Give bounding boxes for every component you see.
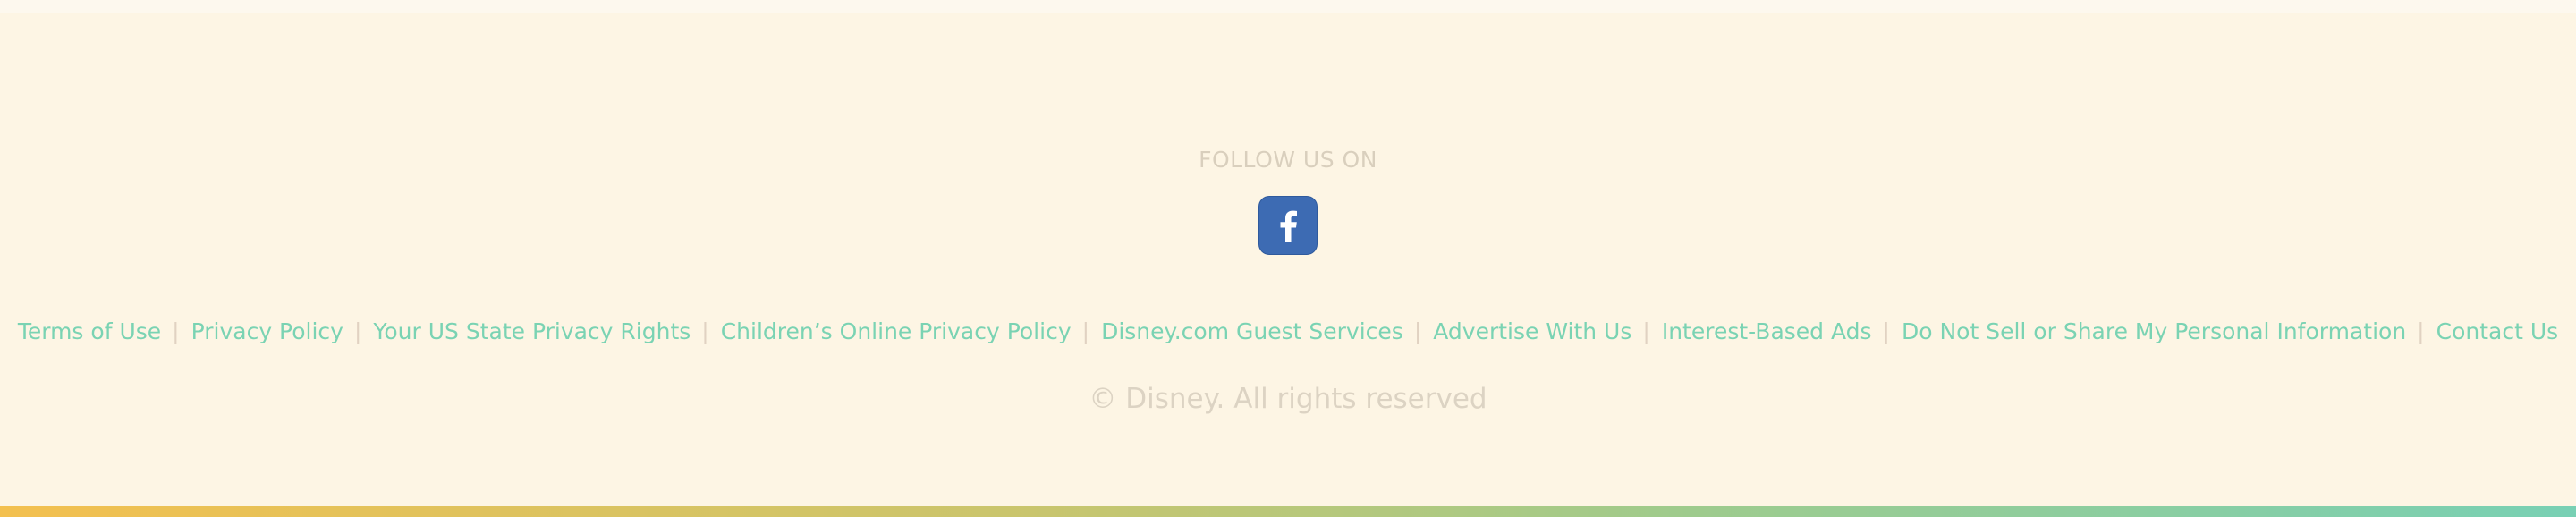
guest-services-link[interactable]: Disney.com Guest Services [1101, 318, 1403, 344]
interest-based-ads-link[interactable]: Interest-Based Ads [1662, 318, 1872, 344]
privacy-policy-link[interactable]: Privacy Policy [191, 318, 343, 344]
facebook-link[interactable] [1258, 196, 1318, 255]
link-separator: | [353, 318, 362, 344]
link-separator: | [1413, 318, 1422, 344]
do-not-sell-link[interactable]: Do Not Sell or Share My Personal Informa… [1902, 318, 2406, 344]
link-separator: | [1081, 318, 1090, 344]
copyright-text: © Disney. All rights reserved [1089, 383, 1487, 415]
site-footer: FOLLOW US ON Terms of Use | Privacy Poli… [0, 13, 2576, 506]
childrens-privacy-policy-link[interactable]: Children’s Online Privacy Policy [721, 318, 1072, 344]
link-separator: | [172, 318, 180, 344]
follow-us-label: FOLLOW US ON [1199, 147, 1377, 173]
link-separator: | [1642, 318, 1650, 344]
link-separator: | [2417, 318, 2425, 344]
us-state-privacy-rights-link[interactable]: Your US State Privacy Rights [373, 318, 691, 344]
contact-us-link[interactable]: Contact Us [2436, 318, 2559, 344]
facebook-icon [1280, 210, 1297, 242]
gradient-bar [0, 506, 2576, 517]
advertise-with-us-link[interactable]: Advertise With Us [1433, 318, 1631, 344]
link-separator: | [701, 318, 709, 344]
top-strip [0, 0, 2576, 13]
link-separator: | [1882, 318, 1890, 344]
footer-links: Terms of Use | Privacy Policy | Your US … [0, 318, 2576, 344]
terms-of-use-link[interactable]: Terms of Use [18, 318, 161, 344]
